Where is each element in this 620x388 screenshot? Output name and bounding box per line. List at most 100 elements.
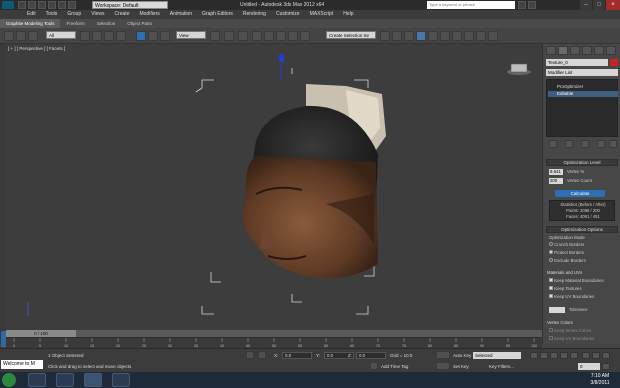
- modifier-list-dropdown[interactable]: Modifier List: [546, 69, 618, 76]
- tab-object-paint[interactable]: Object Paint: [121, 19, 158, 28]
- pin-stack-icon[interactable]: [549, 140, 557, 148]
- spinner-snap-icon[interactable]: [288, 31, 298, 41]
- time-slider[interactable]: 0 / 100: [6, 330, 542, 337]
- named-selection-dropdown[interactable]: Create Selection Se: [326, 31, 376, 39]
- internet-explorer-icon[interactable]: [28, 373, 46, 387]
- material-editor-icon[interactable]: [452, 31, 462, 41]
- search-icon[interactable]: [518, 1, 526, 9]
- angle-snap-icon[interactable]: [264, 31, 274, 41]
- redo-icon[interactable]: [58, 1, 66, 9]
- next-frame-icon[interactable]: [560, 352, 568, 359]
- app-logo-icon[interactable]: [2, 1, 14, 9]
- pivot-center-icon[interactable]: [210, 31, 220, 41]
- chk-keep-uv-boundaries[interactable]: Keep UV Boundaries: [549, 294, 594, 299]
- graphite-toggle-icon[interactable]: [416, 31, 426, 41]
- tab-freeform[interactable]: Freeform: [60, 19, 90, 28]
- key-selection-dropdown[interactable]: Selected: [473, 352, 521, 359]
- chk-vc-keep-uv-boundaries[interactable]: Keep UV Boundaries: [549, 336, 594, 341]
- keyboard-shortcut-icon[interactable]: [238, 31, 248, 41]
- curve-editor-icon[interactable]: [428, 31, 438, 41]
- save-file-icon[interactable]: [38, 1, 46, 9]
- add-time-tag-button[interactable]: Add Time Tag: [381, 364, 408, 369]
- menu-group[interactable]: Group: [62, 10, 86, 19]
- percent-snap-icon[interactable]: [276, 31, 286, 41]
- tray-clock-date[interactable]: 3/8/2011: [582, 380, 618, 386]
- remove-modifier-icon[interactable]: [597, 140, 605, 148]
- layer-manager-icon[interactable]: [404, 31, 414, 41]
- auto-key-button[interactable]: Auto Key: [453, 353, 471, 358]
- radio-crunch-borders[interactable]: Crunch Borders: [549, 242, 584, 247]
- menu-tools[interactable]: Tools: [41, 10, 63, 19]
- utilities-panel-icon[interactable]: [606, 46, 616, 55]
- close-button[interactable]: ×: [606, 0, 620, 10]
- menu-maxscript[interactable]: MAXScript: [305, 10, 339, 19]
- render-setup-icon[interactable]: [464, 31, 474, 41]
- menu-views[interactable]: Views: [86, 10, 109, 19]
- selection-filter-dropdown[interactable]: All: [46, 31, 76, 39]
- maximize-viewport-icon[interactable]: [602, 363, 610, 370]
- reference-coordinate-dropdown[interactable]: View: [176, 31, 206, 39]
- open-file-icon[interactable]: [28, 1, 36, 9]
- maximize-button[interactable]: □: [593, 0, 605, 10]
- select-and-rotate-icon[interactable]: [148, 31, 158, 41]
- orbit-icon[interactable]: [602, 352, 610, 359]
- snaps-toggle-icon[interactable]: [252, 31, 262, 41]
- undo-tool-icon[interactable]: [4, 31, 14, 41]
- vertex-percent-spinner[interactable]: 9.641: [549, 169, 563, 175]
- tolerance-spinner[interactable]: [549, 307, 565, 313]
- pan-icon[interactable]: [592, 352, 600, 359]
- create-panel-icon[interactable]: [546, 46, 556, 55]
- select-by-name-icon[interactable]: [92, 31, 102, 41]
- modify-panel-icon[interactable]: [558, 46, 568, 55]
- object-color-swatch[interactable]: [610, 59, 618, 66]
- hierarchy-panel-icon[interactable]: [570, 46, 580, 55]
- chk-keep-textures[interactable]: Keep Textures: [549, 286, 582, 291]
- radio-protect-borders[interactable]: Protect Borders: [549, 250, 584, 255]
- menu-animation[interactable]: Animation: [165, 10, 197, 19]
- show-end-result-icon[interactable]: [565, 140, 573, 148]
- undo-icon[interactable]: [48, 1, 56, 9]
- project-folder-icon[interactable]: [68, 1, 76, 9]
- goto-end-icon[interactable]: [570, 352, 578, 359]
- object-name-field[interactable]: Texture_0: [546, 59, 608, 66]
- motion-panel-icon[interactable]: [582, 46, 592, 55]
- file-explorer-icon[interactable]: [112, 373, 130, 387]
- x-coordinate-field[interactable]: 0.0: [282, 352, 312, 359]
- rendered-frame-icon[interactable]: [476, 31, 486, 41]
- goto-start-icon[interactable]: [530, 352, 538, 359]
- menu-customize[interactable]: Customize: [271, 10, 305, 19]
- rollout-optimization-level[interactable]: Optimization Level: [546, 159, 618, 166]
- chk-keep-vertex-colors[interactable]: Keep Vertex Colors: [549, 328, 591, 333]
- menu-rendering[interactable]: Rendering: [238, 10, 271, 19]
- chrome-icon[interactable]: [56, 373, 74, 387]
- key-filters-button[interactable]: Key Filters...: [489, 364, 514, 369]
- make-unique-icon[interactable]: [581, 140, 589, 148]
- set-key-mode-icon[interactable]: [436, 351, 450, 359]
- isolate-selection-icon[interactable]: [246, 351, 254, 359]
- workspace-select[interactable]: Workspace: Default: [92, 1, 168, 9]
- select-link-icon[interactable]: [16, 31, 26, 41]
- configure-sets-icon[interactable]: [609, 140, 617, 148]
- mirror-icon[interactable]: [380, 31, 390, 41]
- unlink-icon[interactable]: [28, 31, 38, 41]
- help-icon[interactable]: [528, 1, 536, 9]
- menu-edit[interactable]: Edit: [22, 10, 41, 19]
- search-input[interactable]: Type a keyword or phrase: [427, 1, 515, 9]
- key-icon[interactable]: [436, 362, 450, 370]
- stack-item-prooptimizer[interactable]: ProOptimizer: [557, 84, 583, 89]
- select-and-scale-icon[interactable]: [160, 31, 170, 41]
- calculate-button[interactable]: Calculate: [555, 190, 605, 197]
- select-and-move-icon[interactable]: [136, 31, 146, 41]
- gizmo-z-axis[interactable]: [279, 54, 284, 62]
- schematic-view-icon[interactable]: [440, 31, 450, 41]
- zoom-icon[interactable]: [582, 352, 590, 359]
- menu-create[interactable]: Create: [109, 10, 134, 19]
- manipulate-icon[interactable]: [224, 31, 234, 41]
- vertex-count-spinner[interactable]: 200: [549, 178, 563, 184]
- tray-clock-time[interactable]: 7:10 AM: [582, 373, 618, 379]
- current-frame-field[interactable]: 0: [578, 363, 600, 370]
- play-icon[interactable]: [550, 352, 558, 359]
- align-icon[interactable]: [392, 31, 402, 41]
- render-production-icon[interactable]: [488, 31, 498, 41]
- menu-modifiers[interactable]: Modifiers: [134, 10, 164, 19]
